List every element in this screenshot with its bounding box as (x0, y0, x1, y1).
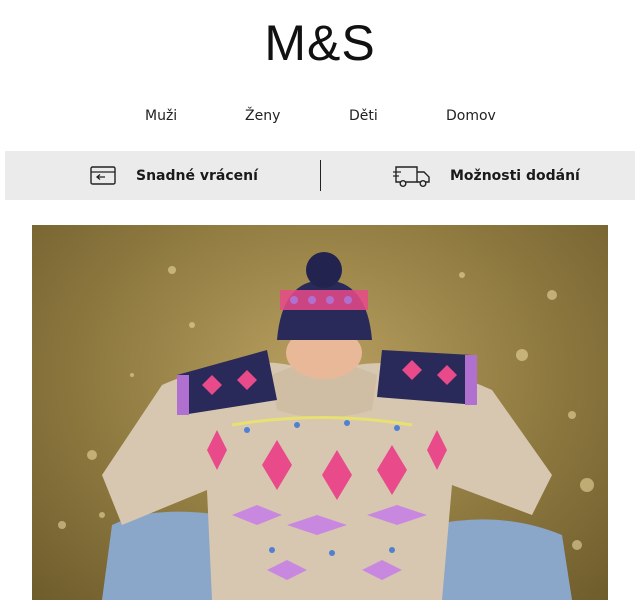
delivery-truck-icon (393, 166, 430, 188)
nav-item-muzi[interactable]: Muži (145, 108, 177, 124)
service-bar: Snadné vrácení Možnosti dodání (5, 151, 635, 200)
delivery-options-label: Možnosti dodání (450, 168, 580, 184)
easy-returns-label: Snadné vrácení (136, 168, 258, 184)
delivery-options-link[interactable]: Možnosti dodání (393, 163, 580, 189)
service-divider (320, 160, 321, 191)
hero-banner[interactable] (32, 225, 608, 600)
hero-image (58, 252, 594, 600)
return-card-icon (90, 166, 116, 185)
nav-item-deti[interactable]: Děti (349, 108, 378, 124)
easy-returns-link[interactable]: Snadné vrácení (89, 163, 258, 189)
brand-logo[interactable]: M&S (0, 14, 640, 72)
main-nav: Muži Ženy Děti Domov (0, 108, 640, 130)
nav-item-zeny[interactable]: Ženy (245, 108, 280, 124)
nav-item-domov[interactable]: Domov (446, 108, 496, 124)
